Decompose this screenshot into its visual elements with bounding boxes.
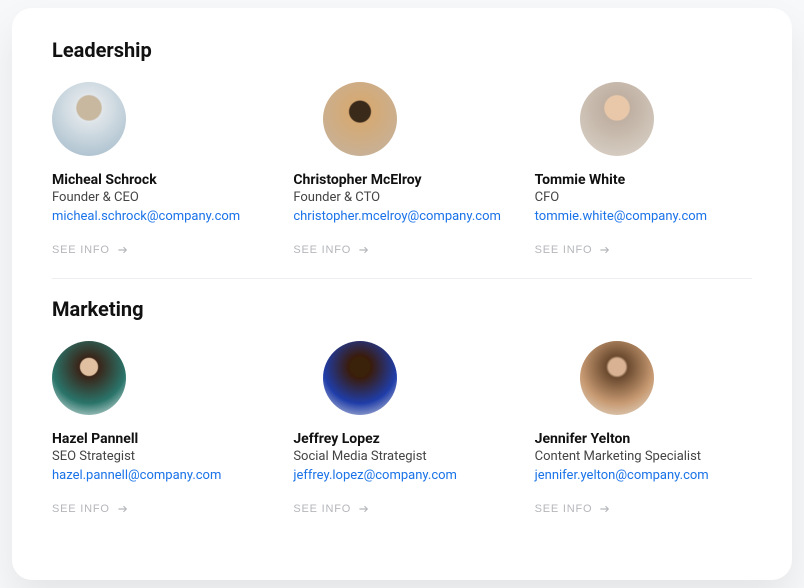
see-info-button[interactable]: SEE INFO — [535, 244, 752, 256]
avatar — [580, 82, 654, 156]
member-name: Hazel Pannell — [52, 431, 269, 447]
member-role: Content Marketing Specialist — [535, 449, 752, 464]
avatar — [580, 341, 654, 415]
see-info-label: SEE INFO — [52, 503, 110, 515]
member-email-link[interactable]: micheal.schrock@company.com — [52, 209, 269, 224]
member-role: Founder & CTO — [293, 190, 510, 205]
team-directory-card: Leadership Micheal Schrock Founder & CEO… — [12, 8, 792, 580]
see-info-button[interactable]: SEE INFO — [535, 503, 752, 515]
arrow-right-icon — [118, 504, 128, 514]
member-role: CFO — [535, 190, 752, 205]
see-info-label: SEE INFO — [535, 244, 593, 256]
member-name: Christopher McElroy — [293, 172, 510, 188]
member-role: SEO Strategist — [52, 449, 269, 464]
see-info-button[interactable]: SEE INFO — [52, 244, 269, 256]
team-member: Tommie White CFO tommie.white@company.co… — [535, 82, 752, 274]
team-member: Micheal Schrock Founder & CEO micheal.sc… — [52, 82, 269, 274]
section-title-marketing: Marketing — [52, 297, 752, 321]
arrow-right-icon — [118, 245, 128, 255]
see-info-label: SEE INFO — [293, 503, 351, 515]
member-name: Micheal Schrock — [52, 172, 269, 188]
member-email-link[interactable]: christopher.mcelroy@company.com — [293, 209, 510, 224]
arrow-right-icon — [359, 504, 369, 514]
see-info-label: SEE INFO — [52, 244, 110, 256]
member-name: Jennifer Yelton — [535, 431, 752, 447]
section-divider — [52, 278, 752, 279]
team-member: Jeffrey Lopez Social Media Strategist je… — [293, 341, 510, 533]
arrow-right-icon — [359, 245, 369, 255]
member-name: Jeffrey Lopez — [293, 431, 510, 447]
see-info-button[interactable]: SEE INFO — [293, 244, 510, 256]
arrow-right-icon — [600, 245, 610, 255]
avatar — [52, 341, 126, 415]
see-info-label: SEE INFO — [293, 244, 351, 256]
member-name: Tommie White — [535, 172, 752, 188]
team-member: Jennifer Yelton Content Marketing Specia… — [535, 341, 752, 533]
member-role: Social Media Strategist — [293, 449, 510, 464]
leadership-grid: Micheal Schrock Founder & CEO micheal.sc… — [52, 82, 752, 274]
member-email-link[interactable]: jennifer.yelton@company.com — [535, 468, 752, 483]
avatar — [323, 341, 397, 415]
marketing-grid: Hazel Pannell SEO Strategist hazel.panne… — [52, 341, 752, 533]
member-email-link[interactable]: jeffrey.lopez@company.com — [293, 468, 510, 483]
see-info-button[interactable]: SEE INFO — [293, 503, 510, 515]
member-email-link[interactable]: tommie.white@company.com — [535, 209, 752, 224]
section-title-leadership: Leadership — [52, 38, 752, 62]
arrow-right-icon — [600, 504, 610, 514]
team-member: Hazel Pannell SEO Strategist hazel.panne… — [52, 341, 269, 533]
member-email-link[interactable]: hazel.pannell@company.com — [52, 468, 269, 483]
see-info-button[interactable]: SEE INFO — [52, 503, 269, 515]
team-member: Christopher McElroy Founder & CTO christ… — [293, 82, 510, 274]
member-role: Founder & CEO — [52, 190, 269, 205]
avatar — [52, 82, 126, 156]
see-info-label: SEE INFO — [535, 503, 593, 515]
avatar — [323, 82, 397, 156]
